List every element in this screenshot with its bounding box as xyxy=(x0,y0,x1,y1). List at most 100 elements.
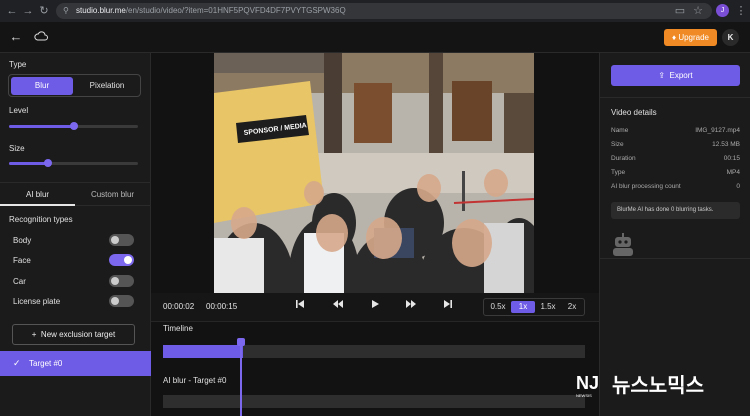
detail-row: Type MP4 xyxy=(611,169,740,179)
detail-row: Name IMG_9127.mp4 xyxy=(611,127,740,137)
cloud-icon[interactable] xyxy=(32,28,50,46)
detail-row: Duration 00:15 xyxy=(611,155,740,165)
video-preview[interactable]: SPONSOR / MEDIA xyxy=(214,53,534,293)
toggle-knob xyxy=(124,256,132,264)
player-controls: 00:00:02 00:00:15 0.5x 1x 1.5x 2x xyxy=(151,293,599,322)
detail-key: Size xyxy=(611,141,624,148)
total-time: 00:00:15 xyxy=(206,302,238,311)
target-item[interactable]: ✓ Target #0 xyxy=(0,351,151,376)
export-button[interactable]: ⇪ Export xyxy=(611,65,740,86)
video-details-title: Video details xyxy=(611,108,657,117)
size-slider-thumb[interactable] xyxy=(44,159,52,167)
browser-toolbar: ← → ↻ ⚲ studio.blur.me/en/studio/video/?… xyxy=(0,0,750,22)
level-slider-thumb[interactable] xyxy=(70,122,78,130)
recognition-label-license-plate: License plate xyxy=(13,297,61,306)
detail-row: Size 12.53 MB xyxy=(611,141,740,151)
size-label: Size xyxy=(9,144,25,153)
watermark-logo-text: NJ xyxy=(576,373,599,393)
browser-menu-icon[interactable]: ⋮ xyxy=(733,3,749,19)
speed-option[interactable]: 0.5x xyxy=(486,301,510,313)
timeline-track[interactable] xyxy=(163,345,585,358)
site-info-icon[interactable]: ⚲ xyxy=(63,3,69,19)
watermark-brand-text: 뉴스노믹스 xyxy=(612,373,704,397)
divider xyxy=(600,258,750,259)
watermark-logo: NJ NEWSIS 뉴스노믹스 xyxy=(574,370,746,400)
toggle-car[interactable] xyxy=(109,275,134,287)
new-exclusion-target-label: New exclusion target xyxy=(40,330,116,339)
toggle-face[interactable] xyxy=(109,254,134,266)
size-slider[interactable] xyxy=(9,159,138,167)
browser-profile-avatar[interactable]: J xyxy=(716,4,729,17)
detail-value: 0 xyxy=(736,183,740,190)
size-slider-fill xyxy=(9,162,48,165)
speed-option[interactable]: 1.5x xyxy=(536,301,560,313)
skip-to-end-icon[interactable] xyxy=(440,299,456,315)
detail-key: AI blur processing count xyxy=(611,183,681,190)
robot-icon xyxy=(612,233,634,257)
user-avatar[interactable]: K xyxy=(722,29,739,46)
back-icon[interactable]: ← xyxy=(7,28,25,46)
details-panel: ⇪ Export Video details Name IMG_9127.mp4… xyxy=(599,53,750,416)
video-frame: SPONSOR / MEDIA xyxy=(214,53,534,293)
playback-speed-selector: 0.5x 1x 1.5x 2x xyxy=(483,298,585,316)
rewind-icon[interactable] xyxy=(330,299,346,315)
toggle-knob xyxy=(111,297,119,305)
detail-key: Duration xyxy=(611,155,636,162)
blur-mode-tabs: AI blur Custom blur xyxy=(0,182,151,206)
speed-option-selected[interactable]: 1x xyxy=(511,301,535,313)
forward-arrow-icon[interactable]: → xyxy=(20,3,36,19)
recognition-label-face: Face xyxy=(13,256,31,265)
timeline-label: Timeline xyxy=(163,324,193,333)
upgrade-button[interactable]: ♦ Upgrade xyxy=(664,29,717,46)
play-icon[interactable] xyxy=(367,299,383,315)
fast-forward-icon[interactable] xyxy=(403,299,419,315)
playhead[interactable] xyxy=(237,338,245,416)
type-label: Type xyxy=(9,60,27,69)
skip-to-start-icon[interactable] xyxy=(292,299,308,315)
detail-row: AI blur processing count 0 xyxy=(611,183,740,193)
address-bar[interactable]: ⚲ studio.blur.me/en/studio/video/?item=0… xyxy=(56,3,712,19)
detail-key: Name xyxy=(611,127,629,134)
bookmark-star-icon[interactable]: ☆ xyxy=(690,3,706,19)
ai-blur-track-label: AI blur - Target #0 xyxy=(163,376,227,385)
toggle-knob xyxy=(111,277,119,285)
plus-icon: + xyxy=(31,330,37,339)
detail-value: MP4 xyxy=(726,169,740,176)
ai-usage-note: BlurMe AI has done 0 blurring tasks. xyxy=(611,202,740,219)
type-option-blur[interactable]: Blur xyxy=(11,77,73,95)
url-host: studio.blur.me xyxy=(76,6,126,15)
level-slider[interactable] xyxy=(9,122,138,130)
detail-value: 00:15 xyxy=(723,155,740,162)
tab-ai-blur[interactable]: AI blur xyxy=(0,183,75,206)
watermark-logo-sub: NEWSIS xyxy=(576,393,592,398)
divider xyxy=(600,97,750,98)
speed-option[interactable]: 2x xyxy=(560,301,584,313)
tab-custom-blur[interactable]: Custom blur xyxy=(75,183,150,206)
target-label: Target #0 xyxy=(29,359,63,368)
type-option-pixelation[interactable]: Pixelation xyxy=(75,77,139,95)
new-exclusion-target-button[interactable]: + New exclusion target xyxy=(12,324,135,345)
detail-value: 12.53 MB xyxy=(712,141,740,148)
recognition-label-body: Body xyxy=(13,236,32,245)
reload-icon[interactable]: ↻ xyxy=(36,3,52,19)
upgrade-label: Upgrade xyxy=(678,33,709,42)
playhead-handle[interactable] xyxy=(237,338,245,346)
check-icon: ✓ xyxy=(13,358,21,368)
detail-value: IMG_9127.mp4 xyxy=(695,127,740,134)
recognition-label-car: Car xyxy=(13,277,26,286)
ai-blur-track[interactable] xyxy=(163,395,585,408)
back-arrow-icon[interactable]: ← xyxy=(4,3,20,19)
toggle-knob xyxy=(111,236,119,244)
url-path: /en/studio/video/?item=01HNF5PQVFD4DF7PV… xyxy=(125,6,346,15)
app-header: ← ♦ Upgrade K xyxy=(0,22,750,53)
level-label: Level xyxy=(9,106,29,115)
cast-icon[interactable]: ▭ xyxy=(672,3,688,19)
detail-key: Type xyxy=(611,169,626,176)
toggle-body[interactable] xyxy=(109,234,134,246)
toggle-license-plate[interactable] xyxy=(109,295,134,307)
current-time: 00:00:02 xyxy=(163,302,195,311)
recognition-types-title: Recognition types xyxy=(9,215,73,224)
timeline-progress xyxy=(163,345,243,358)
export-icon: ⇪ xyxy=(658,71,666,80)
active-tab-indicator xyxy=(0,204,75,206)
